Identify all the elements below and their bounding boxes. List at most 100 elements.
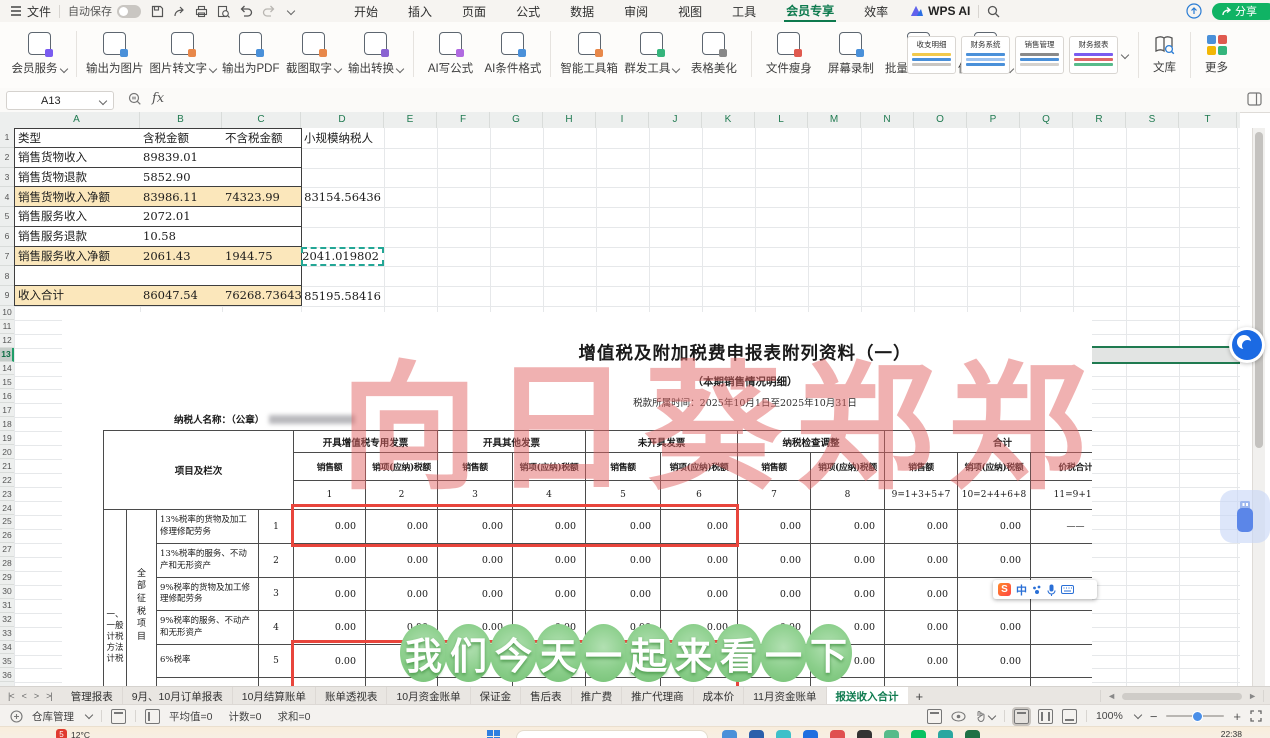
template-card-1[interactable]: 财务系统 <box>961 36 1010 74</box>
cell-C4[interactable]: 74323.99 <box>222 187 302 207</box>
column-header-T[interactable]: T <box>1179 112 1237 128</box>
row-header-22[interactable]: 22 <box>0 473 14 488</box>
cell-C5[interactable] <box>222 207 302 227</box>
vertical-scrollbar[interactable] <box>1252 128 1265 686</box>
autosave-control[interactable]: 自动保存 <box>68 3 142 19</box>
column-header-E[interactable]: E <box>384 112 437 128</box>
row-header-20[interactable]: 20 <box>0 445 14 460</box>
cell-C3[interactable] <box>222 167 302 188</box>
menu-item-5[interactable]: 审阅 <box>622 1 650 22</box>
row-header-14[interactable]: 14 <box>0 361 14 376</box>
cell-A6[interactable]: 销售服务退款 <box>14 226 141 247</box>
undo-icon[interactable] <box>239 5 253 17</box>
ribbon-button-screen-record[interactable]: 屏幕录制 <box>823 27 879 81</box>
cell-B9[interactable]: 86047.54 <box>140 286 223 306</box>
keyboard-icon[interactable] <box>1061 585 1074 594</box>
row-header-37[interactable]: 37 <box>0 682 14 686</box>
row-header-12[interactable]: 12 <box>0 333 14 348</box>
sogou-ime-icon[interactable]: S <box>998 583 1011 596</box>
taskbar-clock[interactable]: 22:38 <box>1221 729 1242 738</box>
taskbar-app-icon-2[interactable] <box>776 730 791 738</box>
row-header-30[interactable]: 30 <box>0 584 14 599</box>
taskbar-app-icon-0[interactable] <box>722 730 737 738</box>
row-header-31[interactable]: 31 <box>0 598 14 613</box>
row-header-4[interactable]: 4 <box>0 187 14 207</box>
ribbon-button-mass-send-tool[interactable]: 群发工具 <box>624 27 681 81</box>
row-header-2[interactable]: 2 <box>0 147 14 168</box>
row-header-7[interactable]: 7 <box>0 246 14 267</box>
cell-B6[interactable]: 10.58 <box>140 226 223 247</box>
cell-C1[interactable]: 不含税金额 <box>222 128 302 148</box>
statusbar-mode-label[interactable]: 仓库管理 <box>32 709 74 724</box>
task-pane-icon[interactable] <box>1247 92 1262 106</box>
cell-A5[interactable]: 销售服务收入 <box>14 207 141 227</box>
menu-item-7[interactable]: 工具 <box>730 1 758 22</box>
row-header-24[interactable]: 24 <box>0 501 14 515</box>
ime-toolbar[interactable]: S 中 <box>993 580 1097 599</box>
sheet-tab-4[interactable]: 10月资金账单 <box>387 687 471 705</box>
cell-D1[interactable]: 小规模纳税人 <box>301 128 384 148</box>
taskbar-search-box[interactable] <box>516 730 708 738</box>
print-icon[interactable] <box>195 5 208 18</box>
cell-C6[interactable] <box>222 226 302 247</box>
row-header-18[interactable]: 18 <box>0 417 14 432</box>
scroll-right-icon[interactable]: ► <box>1248 691 1257 701</box>
column-header-I[interactable]: I <box>596 112 649 128</box>
sheet-tab-2[interactable]: 10月结算账单 <box>233 687 316 705</box>
clipboard-icon[interactable] <box>111 708 126 724</box>
template-card-3[interactable]: 财务报表 <box>1069 36 1118 74</box>
ribbon-button-image-to-text[interactable]: 图片转文字 <box>150 27 218 81</box>
share-doc-icon[interactable] <box>173 5 186 18</box>
sheet-tab-3[interactable]: 账单透视表 <box>316 687 388 705</box>
column-header-N[interactable]: N <box>861 112 914 128</box>
row-header-35[interactable]: 35 <box>0 654 14 669</box>
more-button[interactable]: 更多 <box>1205 35 1228 75</box>
column-header-C[interactable]: C <box>222 112 301 128</box>
column-header-A[interactable]: A <box>14 112 140 128</box>
sheet-tab-9[interactable]: 成本价 <box>694 687 745 705</box>
taskbar-app-icon-6[interactable] <box>884 730 899 738</box>
column-header-J[interactable]: J <box>649 112 702 128</box>
chevron-down-icon[interactable] <box>84 710 94 719</box>
cell-C7[interactable]: 1944.75 <box>222 246 302 267</box>
save-icon[interactable] <box>151 5 164 18</box>
cell-B2[interactable]: 89839.01 <box>140 147 223 168</box>
sheet-tab-11[interactable]: 报送收入合计 <box>826 687 908 705</box>
column-header-K[interactable]: K <box>702 112 755 128</box>
row-header-6[interactable]: 6 <box>0 226 14 247</box>
column-header-D[interactable]: D <box>301 112 384 128</box>
row-header-29[interactable]: 29 <box>0 570 14 585</box>
column-header-H[interactable]: H <box>543 112 596 128</box>
row-header-26[interactable]: 26 <box>0 528 14 543</box>
cell-A1[interactable]: 类型 <box>14 128 141 148</box>
ribbon-button-ai-formula[interactable]: AI写公式 <box>423 27 479 81</box>
row-header-28[interactable]: 28 <box>0 556 14 571</box>
redo-icon[interactable] <box>262 5 276 17</box>
template-card-2[interactable]: 销售管理 <box>1015 36 1064 74</box>
upload-cloud-icon[interactable] <box>1186 3 1202 19</box>
column-header-Q[interactable]: Q <box>1020 112 1073 128</box>
horizontal-scrollbar-thumb[interactable] <box>1122 692 1243 700</box>
ime-paw-icon[interactable] <box>1032 585 1042 595</box>
sheet-tab-7[interactable]: 推广费 <box>572 687 623 705</box>
menu-item-1[interactable]: 插入 <box>406 1 434 22</box>
sheet-tab-5[interactable]: 保证金 <box>471 687 522 705</box>
row-header-21[interactable]: 21 <box>0 459 14 474</box>
column-header-R[interactable]: R <box>1073 112 1126 128</box>
cell-B8[interactable] <box>140 266 223 286</box>
menu-item-3[interactable]: 公式 <box>514 1 542 22</box>
cell-B7[interactable]: 2061.43 <box>140 246 223 267</box>
menu-item-4[interactable]: 数据 <box>568 1 596 22</box>
ribbon-button-export-pdf[interactable]: 输出为PDF <box>222 27 280 81</box>
vertical-scrollbar-thumb[interactable] <box>1255 132 1263 448</box>
sheet-tab-0[interactable]: 管理报表 <box>62 687 123 705</box>
normal-view-icon[interactable] <box>1011 706 1031 726</box>
row-header-15[interactable]: 15 <box>0 375 14 390</box>
cell-D9[interactable]: 85195.58416 <box>301 286 384 306</box>
ribbon-button-screenshot-ocr[interactable]: 截图取字 <box>286 27 343 81</box>
row-header-1[interactable]: 1 <box>0 128 14 148</box>
next-sheet-icon[interactable]: > <box>34 691 39 701</box>
cell-B5[interactable]: 2072.01 <box>140 207 223 227</box>
name-box[interactable]: A13 <box>6 91 114 110</box>
row-header-5[interactable]: 5 <box>0 207 14 227</box>
